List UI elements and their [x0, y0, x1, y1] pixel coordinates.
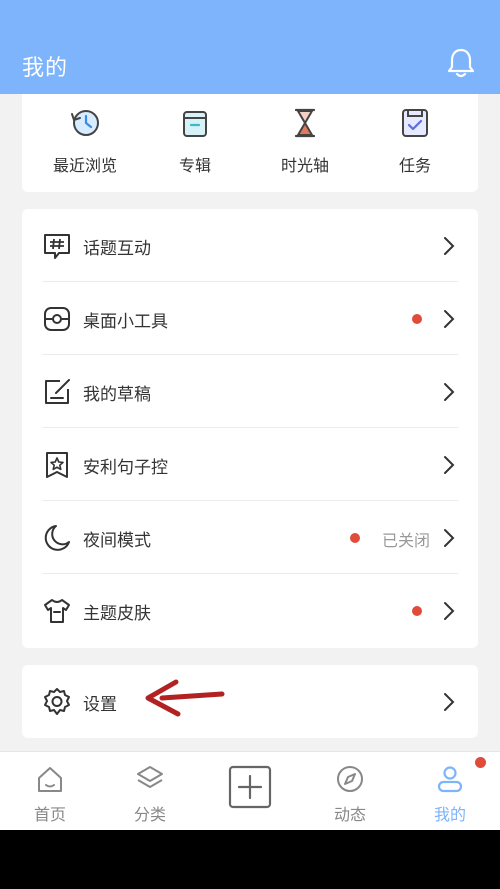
menu-item-widget[interactable]: 桌面小工具 [22, 282, 478, 355]
layers-icon [137, 766, 163, 788]
tab-label: 动态 [333, 805, 366, 824]
tab-label: 首页 [33, 805, 66, 824]
menu-item-night-mode[interactable]: 夜间模式 已关闭 [22, 501, 478, 574]
hourglass-icon [294, 108, 316, 138]
red-arrow-annotation [145, 679, 225, 717]
tab-feed[interactable]: 动态 [300, 752, 400, 831]
menu-label: 桌面小工具 [83, 312, 168, 332]
menu-label: 话题互动 [83, 239, 151, 259]
bottom-tab-bar: 首页 分类 动态 我的 [0, 751, 500, 831]
chevron-right-icon [444, 456, 455, 474]
hashtag-chat-icon [44, 234, 70, 259]
tab-mine[interactable]: 我的 [400, 752, 500, 831]
system-nav-area [0, 830, 500, 889]
red-dot-badge [350, 533, 360, 543]
menu-label: 设置 [83, 695, 117, 715]
quick-timeline[interactable]: 时光轴 [250, 94, 360, 192]
tab-category[interactable]: 分类 [100, 752, 200, 831]
chevron-right-icon [444, 529, 455, 547]
clock-history-icon [71, 110, 99, 136]
compass-icon [337, 766, 363, 792]
quick-album[interactable]: 专辑 [140, 94, 250, 192]
quick-recent[interactable]: 最近浏览 [30, 94, 140, 192]
quick-label: 任务 [398, 156, 431, 175]
tab-label: 分类 [133, 805, 166, 824]
chevron-right-icon [444, 237, 455, 255]
menu-item-theme-skin[interactable]: 主题皮肤 [22, 574, 478, 647]
draft-edit-icon [45, 379, 70, 404]
tab-home[interactable]: 首页 [0, 752, 100, 831]
page-title: 我的 [22, 56, 69, 81]
chevron-right-icon [444, 693, 455, 711]
widget-icon [44, 307, 70, 331]
menu-label: 安利句子控 [83, 458, 168, 478]
menu-item-settings[interactable]: 设置 [22, 665, 478, 738]
quick-task[interactable]: 任务 [360, 94, 470, 192]
quick-label: 专辑 [178, 156, 211, 175]
top-header: 我的 [0, 0, 500, 94]
red-dot-badge [475, 757, 486, 768]
tshirt-icon [44, 599, 70, 623]
menu-item-drafts[interactable]: 我的草稿 [22, 355, 478, 428]
quick-label: 时光轴 [280, 156, 329, 175]
menu-label: 夜间模式 [83, 531, 151, 551]
home-icon [38, 767, 62, 792]
settings-card: 设置 [22, 665, 478, 738]
menu-label: 我的草稿 [83, 385, 151, 405]
red-dot-badge [412, 606, 422, 616]
add-square-icon [228, 765, 272, 809]
red-dot-badge [412, 314, 422, 324]
album-box-icon [183, 111, 207, 137]
quick-label: 最近浏览 [52, 156, 117, 175]
menu-item-recommend[interactable]: 安利句子控 [22, 428, 478, 501]
menu-card: 话题互动 桌面小工具 我的草稿 安利句子控 夜间模式 已关闭 主题皮肤 [22, 209, 478, 648]
chevron-right-icon [444, 602, 455, 620]
menu-label: 主题皮肤 [83, 604, 151, 624]
quick-actions-card: 最近浏览 专辑 时光轴 任务 [22, 94, 478, 192]
gear-icon [44, 688, 70, 715]
user-icon [437, 766, 463, 793]
chevron-right-icon [444, 310, 455, 328]
tab-add[interactable] [200, 752, 300, 831]
night-mode-status: 已关闭 [381, 531, 430, 550]
moon-icon [44, 525, 70, 551]
star-bookmark-icon [46, 452, 68, 478]
chevron-right-icon [444, 383, 455, 401]
tab-label: 我的 [433, 805, 466, 824]
menu-item-topic[interactable]: 话题互动 [22, 209, 478, 282]
bell-icon[interactable] [446, 47, 476, 79]
task-check-icon [402, 109, 428, 137]
